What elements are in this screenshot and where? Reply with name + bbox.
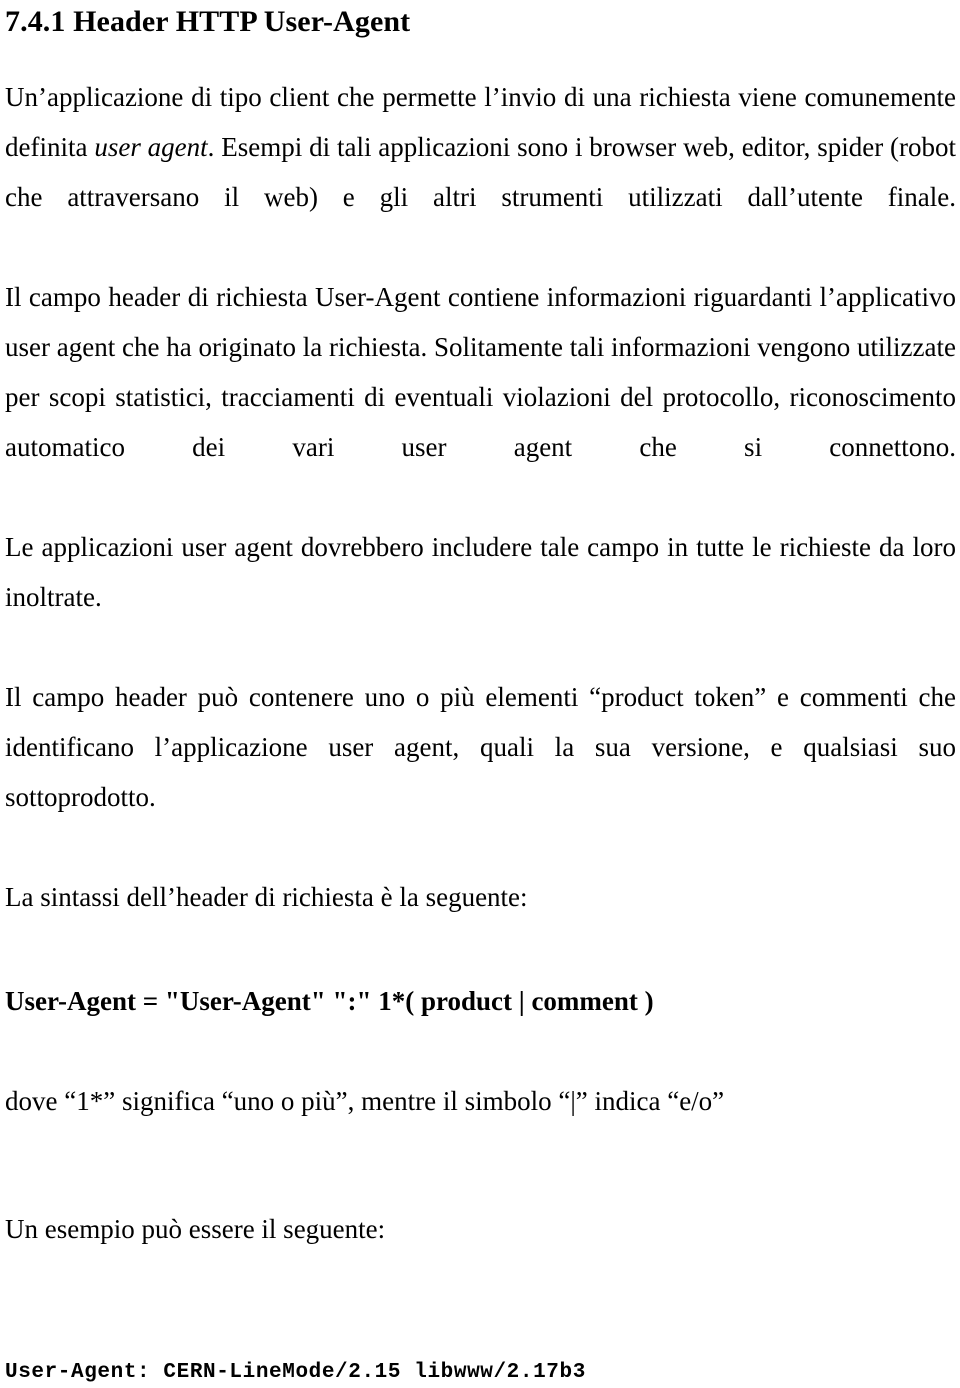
syntax-definition-line: User-Agent = "User-Agent" ":" 1*( produc…	[5, 986, 654, 1016]
page-title: 7.4.1 Header HTTP User-Agent	[5, 5, 411, 38]
spacer-before-syntax	[5, 922, 956, 976]
spacer-before-example-intro-extra	[5, 1180, 956, 1204]
paragraph-notation-legend: dove “1*” significa “uno o più”, mentre …	[5, 1086, 725, 1116]
paragraph-example-intro: Un esempio può essere il seguente:	[5, 1214, 386, 1244]
spacer-before-example-code-extra	[5, 1308, 956, 1358]
paragraph-syntax-intro: La sintassi dell’header di richiesta è l…	[5, 882, 528, 912]
spacer-before-example-intro	[5, 1126, 956, 1180]
paragraph-intro: Un’applicazione di tipo client che perme…	[5, 72, 956, 272]
document-body: Un’applicazione di tipo client che perme…	[5, 72, 956, 1388]
example-header-code: User-Agent: CERN-LineMode/2.15 libwww/2.…	[5, 1361, 586, 1384]
paragraph-product-token: Il campo header può contenere uno o più …	[5, 682, 956, 812]
document-page: 7.4.1 Header HTTP User-Agent Un’applicaz…	[0, 4, 960, 1384]
paragraph-header-description: Il campo header di richiesta User-Agent …	[5, 282, 956, 462]
paragraph-inclusion-requirement: Le applicazioni user agent dovrebbero in…	[5, 532, 956, 612]
spacer-before-example-code	[5, 1254, 956, 1308]
spacer-after-syntax	[5, 1026, 956, 1076]
emphasis-user-agent: user agent	[94, 132, 208, 162]
